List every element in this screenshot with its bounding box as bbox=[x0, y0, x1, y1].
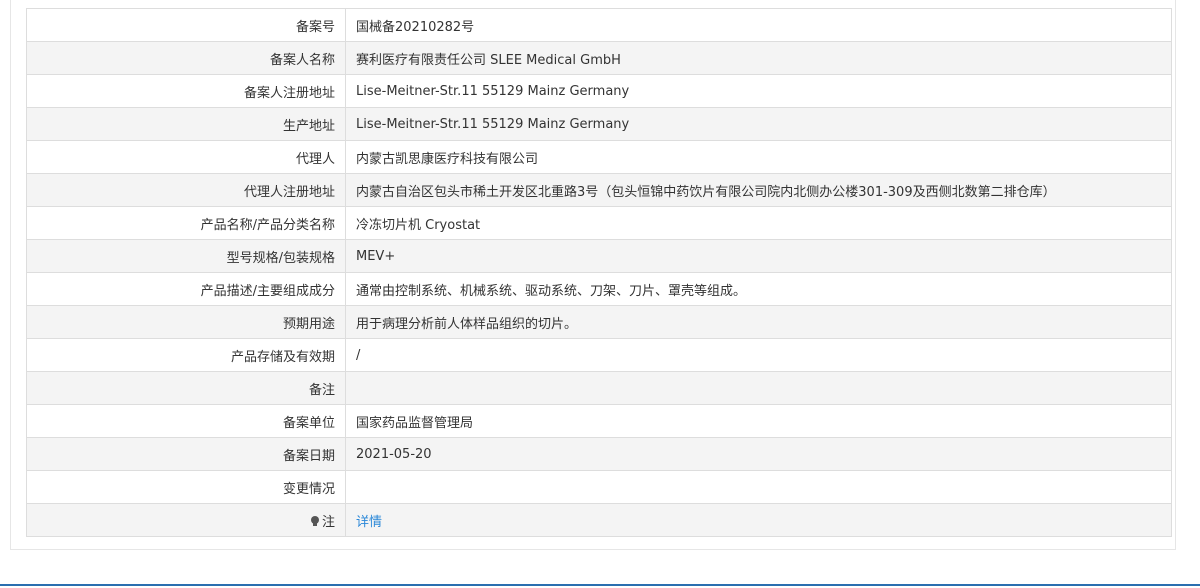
field-value-filing-number: 国械备20210282号 bbox=[345, 8, 1172, 42]
field-label-agent: 代理人 bbox=[26, 140, 346, 174]
details-link[interactable]: 详情 bbox=[356, 515, 382, 530]
field-value-model-spec: MEV+ bbox=[345, 239, 1172, 273]
table-row: 备案人注册地址 Lise-Meitner-Str.11 55129 Mainz … bbox=[26, 74, 1172, 108]
field-label-production-address: 生产地址 bbox=[26, 107, 346, 141]
table-row: 备案号 国械备20210282号 bbox=[26, 8, 1172, 42]
field-label-model-spec: 型号规格/包装规格 bbox=[26, 239, 346, 273]
table-row: 备注 bbox=[26, 371, 1172, 405]
field-value-filing-date: 2021-05-20 bbox=[345, 437, 1172, 471]
field-label-intended-use: 预期用途 bbox=[26, 305, 346, 339]
field-value-note: 详情 bbox=[345, 503, 1172, 537]
table-row: 变更情况 bbox=[26, 470, 1172, 504]
field-label-product-description: 产品描述/主要组成成分 bbox=[26, 272, 346, 306]
record-panel: 备案号 国械备20210282号 备案人名称 赛利医疗有限责任公司 SLEE M… bbox=[10, 0, 1176, 550]
field-value-intended-use: 用于病理分析前人体样品组织的切片。 bbox=[345, 305, 1172, 339]
field-value-storage-validity: / bbox=[345, 338, 1172, 372]
table-row: 产品名称/产品分类名称 冷冻切片机 Cryostat bbox=[26, 206, 1172, 240]
field-value-change-status bbox=[345, 470, 1172, 504]
table-row: 备案单位 国家药品监督管理局 bbox=[26, 404, 1172, 438]
field-label-filer-address: 备案人注册地址 bbox=[26, 74, 346, 108]
table-row: 预期用途 用于病理分析前人体样品组织的切片。 bbox=[26, 305, 1172, 339]
field-label-filing-number: 备案号 bbox=[26, 8, 346, 42]
table-row: 型号规格/包装规格 MEV+ bbox=[26, 239, 1172, 273]
field-value-agent: 内蒙古凯思康医疗科技有限公司 bbox=[345, 140, 1172, 174]
field-label-agent-address: 代理人注册地址 bbox=[26, 173, 346, 207]
field-label-product-name: 产品名称/产品分类名称 bbox=[26, 206, 346, 240]
field-value-filer-name: 赛利医疗有限责任公司 SLEE Medical GmbH bbox=[345, 41, 1172, 75]
field-label-filer-name: 备案人名称 bbox=[26, 41, 346, 75]
note-label: 注 bbox=[321, 514, 335, 530]
table-row: 产品描述/主要组成成分 通常由控制系统、机械系统、驱动系统、刀架、刀片、罩壳等组… bbox=[26, 272, 1172, 306]
field-value-product-description: 通常由控制系统、机械系统、驱动系统、刀架、刀片、罩壳等组成。 bbox=[345, 272, 1172, 306]
field-label-remarks: 备注 bbox=[26, 371, 346, 405]
field-value-production-address: Lise-Meitner-Str.11 55129 Mainz Germany bbox=[345, 107, 1172, 141]
table-row: 代理人 内蒙古凯思康医疗科技有限公司 bbox=[26, 140, 1172, 174]
field-label-change-status: 变更情况 bbox=[26, 470, 346, 504]
field-value-remarks bbox=[345, 371, 1172, 405]
field-value-product-name: 冷冻切片机 Cryostat bbox=[345, 206, 1172, 240]
field-label-filing-date: 备案日期 bbox=[26, 437, 346, 471]
table-row: 备案人名称 赛利医疗有限责任公司 SLEE Medical GmbH bbox=[26, 41, 1172, 75]
footer-divider bbox=[0, 584, 1200, 586]
field-value-filer-address: Lise-Meitner-Str.11 55129 Mainz Germany bbox=[345, 74, 1172, 108]
field-label-filing-authority: 备案单位 bbox=[26, 404, 346, 438]
field-value-filing-authority: 国家药品监督管理局 bbox=[345, 404, 1172, 438]
table-row: 注 详情 bbox=[26, 503, 1172, 537]
table-row: 备案日期 2021-05-20 bbox=[26, 437, 1172, 471]
lightbulb-icon bbox=[310, 515, 320, 527]
table-row: 代理人注册地址 内蒙古自治区包头市稀土开发区北重路3号（包头恒锦中药饮片有限公司… bbox=[26, 173, 1172, 207]
table-row: 产品存储及有效期 / bbox=[26, 338, 1172, 372]
field-value-agent-address: 内蒙古自治区包头市稀土开发区北重路3号（包头恒锦中药饮片有限公司院内北侧办公楼3… bbox=[345, 173, 1172, 207]
field-label-storage-validity: 产品存储及有效期 bbox=[26, 338, 346, 372]
table-row: 生产地址 Lise-Meitner-Str.11 55129 Mainz Ger… bbox=[26, 107, 1172, 141]
field-label-note: 注 bbox=[26, 503, 346, 537]
record-detail-table: 备案号 国械备20210282号 备案人名称 赛利医疗有限责任公司 SLEE M… bbox=[26, 8, 1172, 537]
